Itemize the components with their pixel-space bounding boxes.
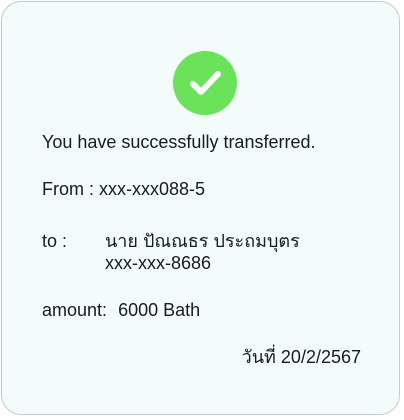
from-row: From : xxx-xxx088-5	[42, 178, 205, 200]
amount-row: amount: 6000 Bath	[42, 299, 200, 321]
amount-value: 6000 Bath	[118, 300, 201, 320]
success-headline: You have successfully transferred.	[42, 132, 316, 152]
transfer-receipt-card: You have successfully transferred. From …	[1, 1, 400, 415]
date-label: วันที่	[241, 347, 276, 367]
recipient-name: นาย ปัณณธร ประถมบุตร	[105, 231, 300, 251]
success-check-icon	[173, 51, 237, 115]
recipient-account: xxx-xxx-8686	[105, 253, 212, 273]
from-account: xxx-xxx088-5	[99, 179, 206, 199]
amount-label: amount:	[42, 300, 108, 320]
date-row: วันที่ 20/2/2567	[242, 346, 361, 368]
date-value: 20/2/2567	[280, 347, 361, 367]
check-icon	[190, 71, 221, 95]
to-label: to :	[42, 231, 68, 251]
from-label: From :	[42, 179, 94, 199]
